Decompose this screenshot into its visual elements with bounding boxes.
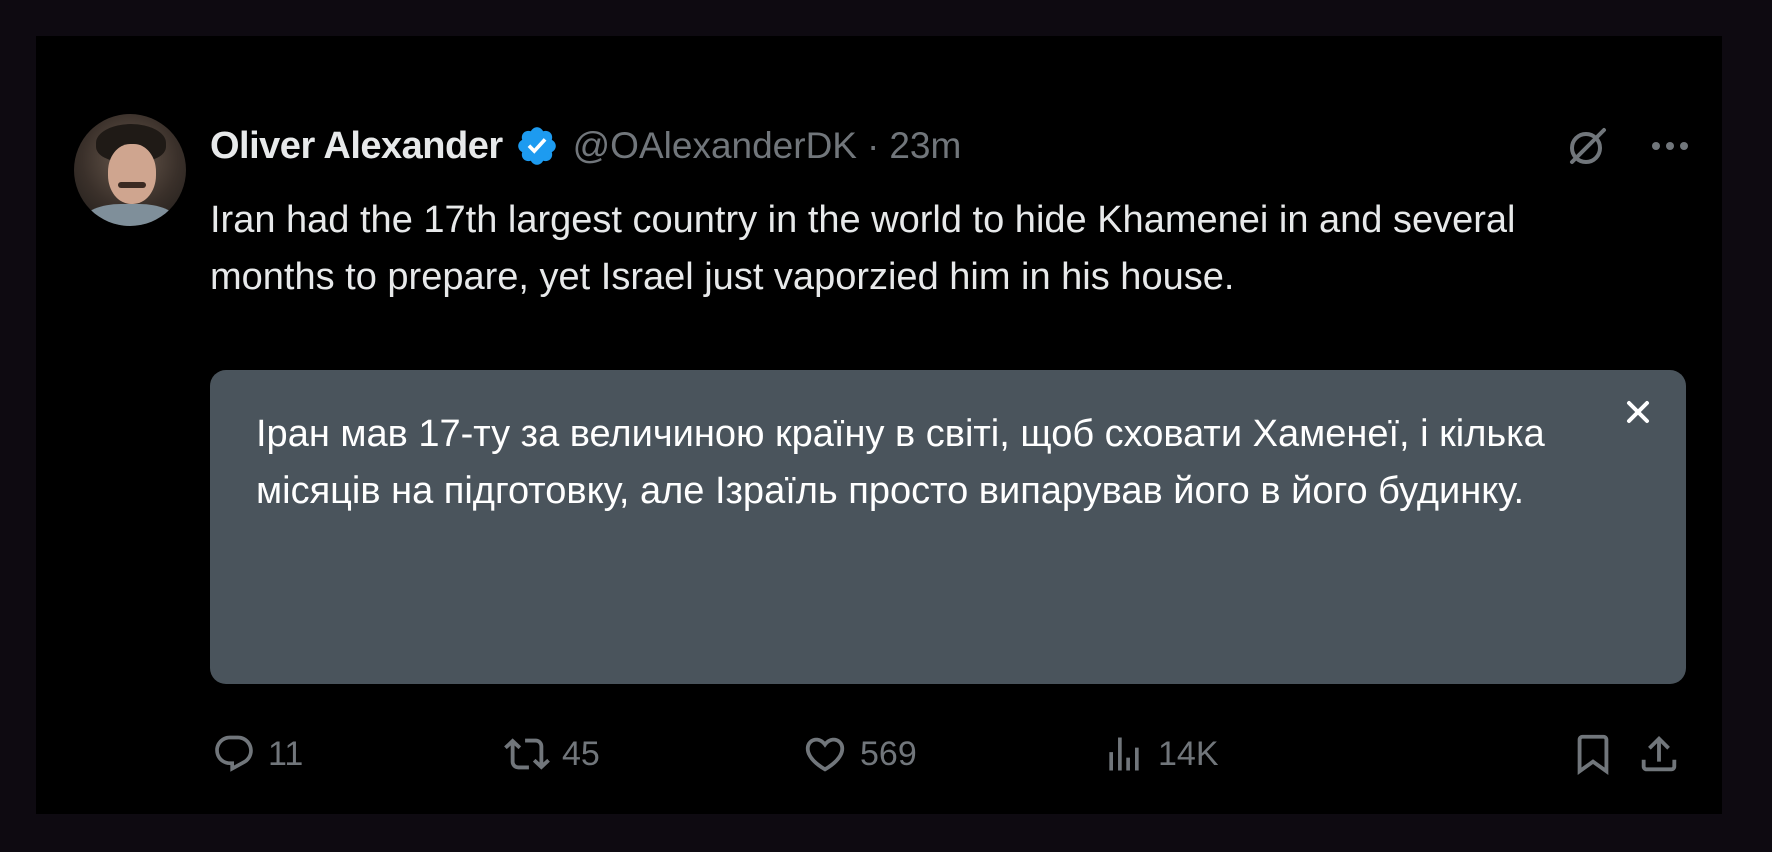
- translation-text: Іран мав 17-ту за величиною країну в сві…: [256, 413, 1545, 512]
- repost-button[interactable]: 45: [504, 724, 600, 784]
- tweet-header: Oliver Alexander @OAlexanderDK · 23m: [210, 119, 961, 173]
- translation-panel: Іран мав 17-ту за величиною країну в сві…: [210, 370, 1686, 684]
- author-handle[interactable]: @OAlexanderDK: [573, 125, 857, 167]
- views-count: 14K: [1158, 734, 1219, 773]
- grok-icon[interactable]: [1564, 122, 1612, 170]
- heart-icon: [802, 731, 848, 777]
- reply-icon: [212, 732, 256, 776]
- header-separator: ·: [866, 125, 880, 166]
- close-icon[interactable]: [1625, 399, 1651, 425]
- share-icon: [1636, 731, 1682, 777]
- avatar-shirt: [84, 204, 176, 226]
- repost-count: 45: [562, 734, 600, 773]
- avatar-mustache: [118, 182, 146, 188]
- views-button[interactable]: 14K: [1102, 724, 1219, 784]
- tweet-timestamp[interactable]: 23m: [889, 125, 961, 167]
- views-icon: [1102, 732, 1146, 776]
- repost-icon: [504, 731, 550, 777]
- avatar-face: [108, 144, 156, 204]
- like-button[interactable]: 569: [802, 724, 917, 784]
- avatar[interactable]: [74, 114, 186, 226]
- like-count: 569: [860, 734, 917, 773]
- reply-count: 11: [268, 734, 304, 773]
- reply-button[interactable]: 11: [212, 724, 303, 784]
- tweet-card[interactable]: Oliver Alexander @OAlexanderDK · 23m Ira: [36, 36, 1722, 814]
- more-icon[interactable]: [1648, 124, 1692, 168]
- author-name[interactable]: Oliver Alexander: [210, 125, 503, 168]
- bookmark-icon: [1570, 731, 1616, 777]
- bookmark-button[interactable]: [1570, 724, 1616, 784]
- tweet-text: Iran had the 17th largest country in the…: [210, 199, 1516, 298]
- tweet-actions: 11 45 569 14K: [212, 724, 1688, 784]
- share-button[interactable]: [1636, 724, 1682, 784]
- header-actions: [1564, 122, 1692, 170]
- translation-close-button[interactable]: [1618, 392, 1658, 432]
- verified-badge-icon[interactable]: [515, 124, 559, 168]
